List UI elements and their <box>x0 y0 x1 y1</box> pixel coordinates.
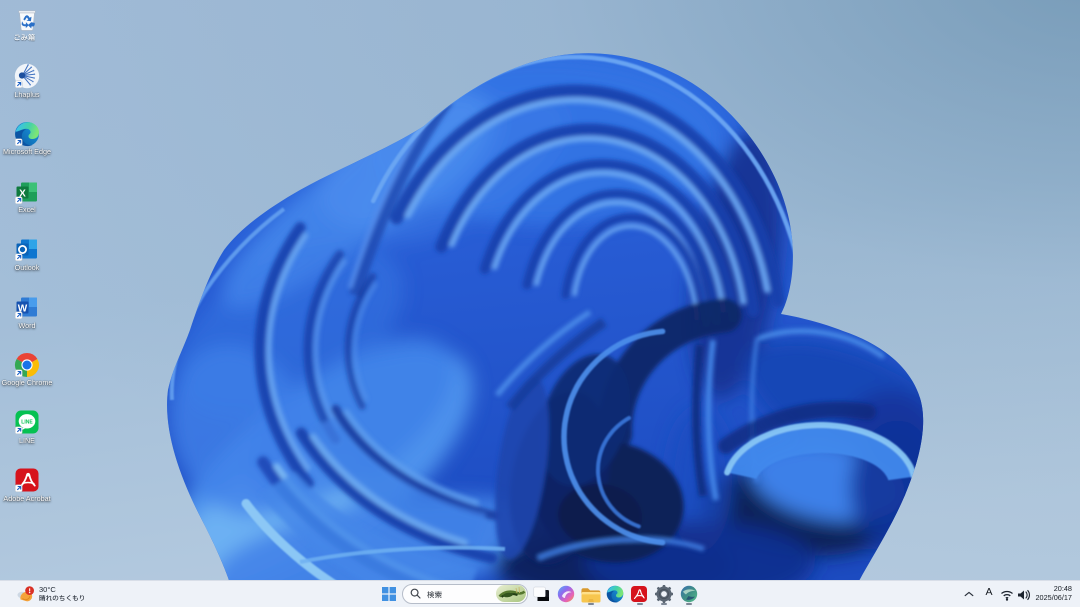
svg-text:LINE: LINE <box>21 420 33 426</box>
